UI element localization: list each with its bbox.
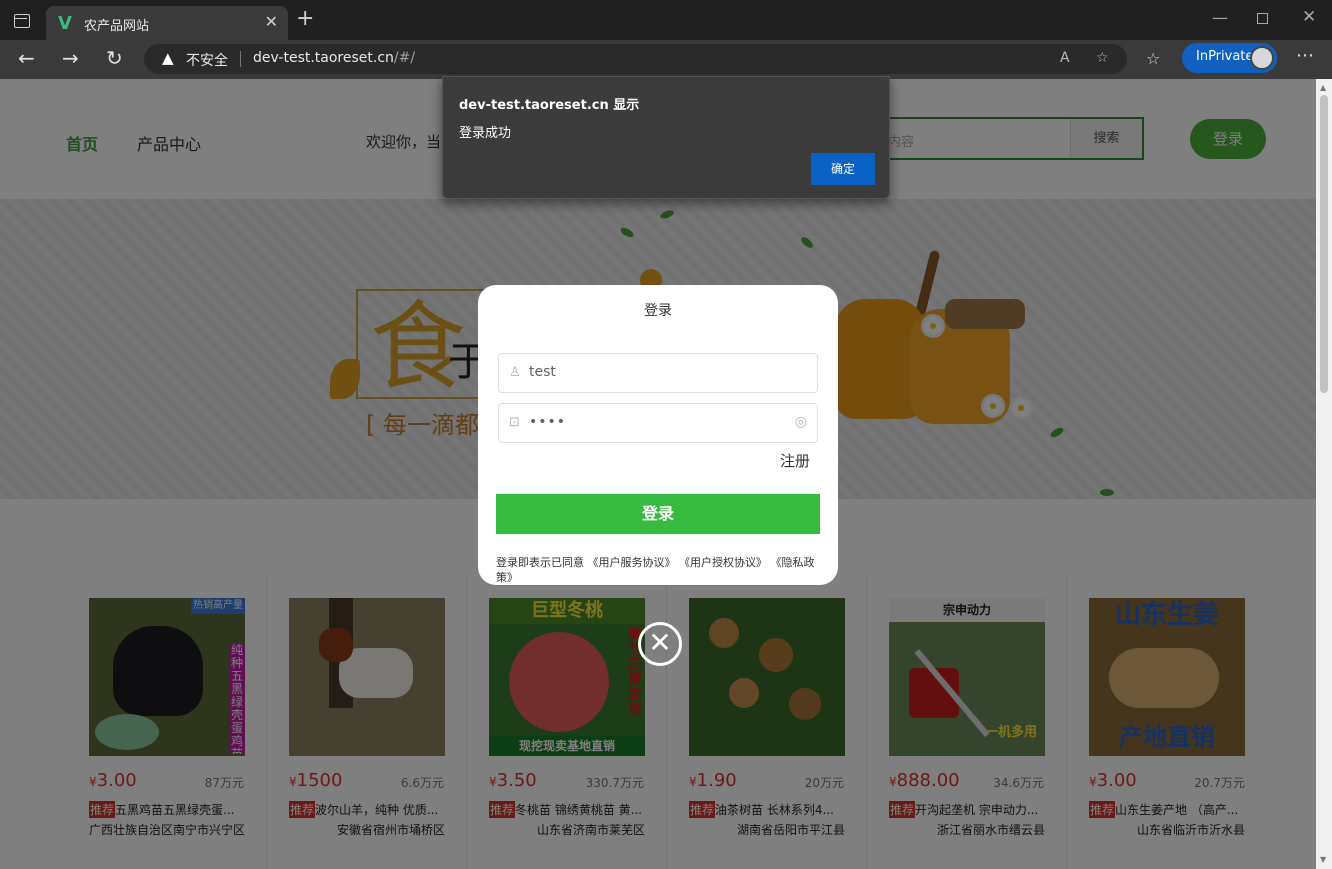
username-value: test	[529, 364, 556, 380]
maximize-icon[interactable]	[1257, 13, 1268, 24]
back-icon[interactable]: ←	[18, 46, 35, 70]
modal-title: 登录	[644, 303, 672, 319]
warning-icon[interactable]: ▲	[162, 49, 174, 67]
inprivate-label: InPrivate	[1196, 49, 1254, 64]
password-field[interactable]: ⊡ •••• ◎	[498, 403, 818, 443]
alert-ok-button[interactable]: 确定	[811, 153, 875, 185]
browser-alert-dialog: dev-test.taoreset.cn 显示 登录成功 确定	[442, 76, 890, 199]
more-menu-icon[interactable]: ⋯	[1296, 45, 1314, 66]
scroll-down-icon[interactable]: ▼	[1320, 855, 1326, 864]
new-tab-icon[interactable]: +	[296, 8, 314, 30]
minimize-icon[interactable]: —	[1212, 8, 1228, 27]
tab-bar: V 农产品网站 ✕ + — ✕	[0, 0, 1332, 40]
url-path: /#/	[393, 50, 416, 66]
url-host: dev-test.taoreset.cn	[253, 50, 394, 66]
page-scrollbar[interactable]: ▲ ▼	[1316, 79, 1332, 869]
refresh-icon[interactable]: ↻	[106, 46, 123, 70]
url-text[interactable]: dev-test.taoreset.cn/#/	[253, 50, 415, 66]
tab-close-icon[interactable]: ✕	[265, 12, 278, 31]
register-link[interactable]: 注册	[780, 450, 810, 471]
tab-title: 农产品网站	[84, 19, 150, 34]
read-aloud-icon[interactable]: A	[1060, 50, 1070, 66]
user-icon: ♙	[509, 365, 521, 380]
inprivate-button[interactable]: InPrivate	[1182, 43, 1277, 73]
vue-favicon-icon: V	[58, 13, 72, 34]
tab-actions-icon[interactable]	[14, 14, 30, 28]
scroll-thumb[interactable]	[1320, 95, 1328, 393]
address-bar[interactable]: ▲ 不安全 dev-test.taoreset.cn/#/ A ☆	[144, 44, 1127, 74]
password-value: ••••	[529, 414, 567, 430]
scroll-up-icon[interactable]: ▲	[1320, 83, 1326, 92]
browser-toolbar: ← → ↻ ▲ 不安全 dev-test.taoreset.cn/#/ A ☆ …	[0, 40, 1332, 79]
alert-title: dev-test.taoreset.cn 显示	[459, 98, 640, 113]
forward-icon[interactable]: →	[62, 46, 79, 70]
eye-icon[interactable]: ◎	[795, 414, 807, 430]
modal-close-icon[interactable]: ✕	[638, 622, 682, 666]
alert-message: 登录成功	[459, 126, 512, 141]
username-field[interactable]: ♙ test	[498, 353, 818, 393]
address-divider	[240, 51, 241, 67]
profile-avatar	[1250, 46, 1274, 70]
login-submit-button[interactable]: 登录	[496, 494, 820, 534]
login-modal: 登录 ♙ test ⊡ •••• ◎ 注册 登录 登录即表示已同意 《用户服务协…	[478, 285, 838, 585]
window-close-icon[interactable]: ✕	[1302, 7, 1316, 27]
browser-tab[interactable]: V 农产品网站 ✕	[46, 6, 288, 40]
browser-chrome: V 农产品网站 ✕ + — ✕ ← → ↻ ▲ 不安全 dev-test.tao…	[0, 0, 1332, 79]
favorites-icon[interactable]: ☆	[1146, 49, 1160, 68]
security-label[interactable]: 不安全	[186, 50, 228, 70]
terms-text[interactable]: 登录即表示已同意 《用户服务协议》 《用户授权协议》 《隐私政策》	[496, 555, 826, 585]
add-favorite-icon[interactable]: ☆	[1096, 50, 1109, 66]
lock-icon: ⊡	[509, 415, 520, 430]
